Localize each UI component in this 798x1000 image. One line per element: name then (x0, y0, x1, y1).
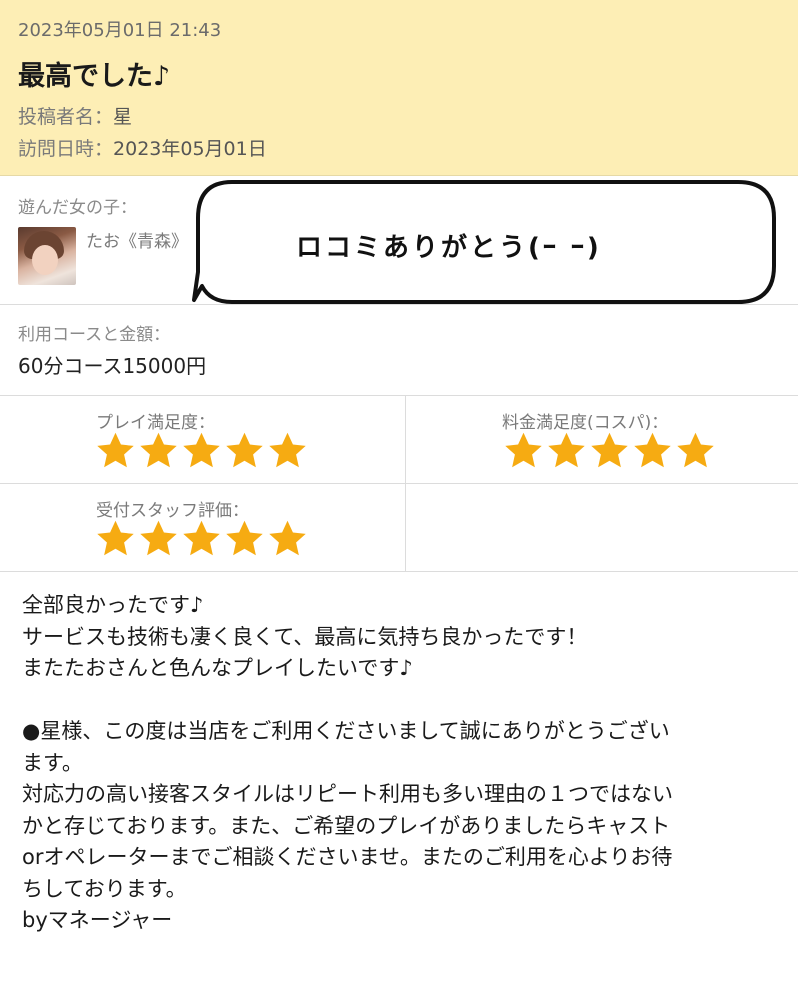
review-date: 2023年05月01日 21:43 (18, 20, 222, 41)
star-icon (677, 432, 714, 468)
poster-label: 投稿者名： (18, 106, 114, 128)
girl-label: 遊んだ女の子： (18, 198, 137, 218)
star-icon (140, 432, 177, 468)
comment-line: byマネージャー (22, 908, 173, 932)
comment-line: ちしております。 (22, 876, 187, 901)
bubble-text: ロコミありがとう(ｰ ｰ) (296, 233, 602, 263)
star-icon (505, 432, 542, 468)
ratings-grid: プレイ満足度： 料金満足度(コスパ)： 受付スタッフ評価： (0, 396, 798, 572)
review-comment: 全部良かったです♪ サービスも技術も凄く良くて、最高に気持ち良かったです！ またたお… (22, 590, 782, 937)
poster-name: 星 (113, 106, 133, 128)
comment-line (22, 685, 782, 717)
rating-staff: 受付スタッフ評価： (0, 484, 406, 572)
comment-line: サービスも技術も凄く良くて、最高に気持ち良かったです！ (22, 624, 588, 649)
visit-label: 訪問日時： (18, 138, 114, 160)
star-icon (634, 432, 671, 468)
course-section: 利用コースと金額： 60分コース15000円 (0, 306, 798, 396)
comment-line: ます。 (22, 750, 83, 775)
star-icon (226, 520, 263, 556)
star-rating (94, 430, 309, 472)
comment-line: かと存じております。また、ご希望のプレイがありましたらキャスト (22, 813, 671, 838)
star-icon (183, 520, 220, 556)
star-icon (591, 432, 628, 468)
girl-name-link[interactable]: たお《青森》 (86, 227, 188, 252)
star-icon (269, 432, 306, 468)
star-icon (548, 432, 585, 468)
star-rating (94, 518, 309, 560)
star-icon (226, 432, 263, 468)
visit-row: 訪問日時：2023年05月01日 (18, 134, 267, 161)
avatar-face (32, 245, 58, 275)
comment-line: ●星様、この度は当店をご利用くださいまして誠にありがとうござい (22, 719, 670, 743)
avatar[interactable] (18, 227, 76, 285)
rating-play: プレイ満足度： (0, 396, 406, 484)
comment-line: orオペレーターまでご相談くださいませ。またのご利用を心よりお待 (22, 845, 673, 869)
star-rating (502, 430, 717, 472)
review-title: 最高でした♪ (18, 61, 171, 92)
star-icon (269, 520, 306, 556)
star-icon (97, 520, 134, 556)
review-header: 2023年05月01日 21:43 最高でした♪ 投稿者名：星 訪問日時：202… (0, 0, 798, 176)
star-icon (183, 432, 220, 468)
star-icon (140, 520, 177, 556)
poster-row: 投稿者名：星 (18, 102, 132, 129)
comment-line: またたおさんと色んなプレイしたいです♪ (22, 656, 413, 680)
comment-line: 全部良かったです♪ (22, 593, 204, 617)
rating-price: 料金満足度(コスパ)： (406, 396, 798, 484)
course-label: 利用コースと金額： (18, 325, 171, 345)
comment-line: 対応力の高い接客スタイルはリピート利用も多い理由の１つではない (22, 782, 673, 806)
star-icon (97, 432, 134, 468)
course-value: 60分コース15000円 (18, 354, 207, 378)
visit-date: 2023年05月01日 (113, 138, 267, 160)
